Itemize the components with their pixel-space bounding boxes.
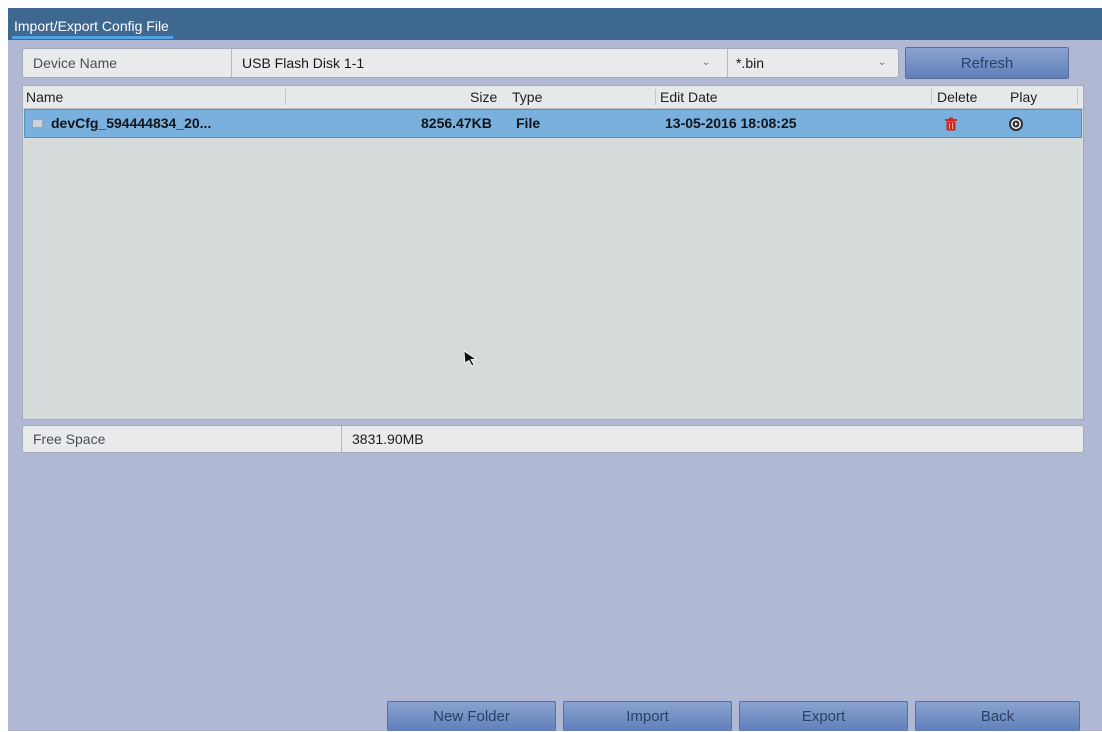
import-button[interactable]: Import [563, 701, 732, 731]
device-name-label: Device Name [33, 55, 118, 71]
device-select-value: USB Flash Disk 1-1 [242, 55, 365, 71]
column-header-name[interactable]: Name [26, 86, 63, 108]
column-header-delete[interactable]: Delete [937, 86, 977, 108]
mouse-cursor-icon [463, 350, 478, 367]
table-header: Name Size Type Edit Date Delete Play [23, 86, 1083, 109]
free-space-value: 3831.90MB [341, 426, 424, 452]
column-header-size[interactable]: Size [470, 86, 497, 108]
config-file-window: Import/Export Config File Device Name US… [8, 8, 1102, 731]
column-divider [1077, 89, 1078, 105]
free-space-row: Free Space 3831.90MB [22, 425, 1084, 453]
device-row: Device Name USB Flash Disk 1-1 ⌄ *.bin ⌄ [22, 48, 899, 78]
table-row[interactable]: devCfg_594444834_20... 8256.47KB File 13… [24, 109, 1082, 138]
column-divider [655, 89, 656, 105]
file-type: File [516, 115, 541, 131]
file-table: Name Size Type Edit Date Delete Play dev… [22, 85, 1084, 420]
refresh-button[interactable]: Refresh [905, 47, 1069, 79]
file-edit-date: 13-05-2016 18:08:25 [665, 115, 797, 131]
chevron-down-icon: ⌄ [702, 57, 711, 68]
column-header-type[interactable]: Type [512, 86, 542, 108]
free-space-label: Free Space [33, 431, 106, 447]
trash-icon[interactable] [944, 117, 958, 131]
file-size: 8256.47KB [421, 115, 492, 131]
column-divider [931, 89, 932, 105]
chevron-down-icon: ⌄ [878, 57, 887, 68]
window-title-tab[interactable]: Import/Export Config File [12, 15, 173, 39]
back-button[interactable]: Back [915, 701, 1080, 731]
column-header-play[interactable]: Play [1010, 86, 1037, 108]
file-type-value: *.bin [736, 55, 765, 71]
column-divider [285, 89, 286, 105]
column-header-edit-date[interactable]: Edit Date [660, 86, 718, 108]
play-icon[interactable] [1008, 116, 1024, 132]
file-name: devCfg_594444834_20... [51, 115, 212, 131]
file-type-select[interactable]: *.bin ⌄ [727, 49, 894, 77]
device-select[interactable]: USB Flash Disk 1-1 ⌄ [231, 49, 721, 77]
file-icon [32, 119, 43, 128]
export-button[interactable]: Export [739, 701, 908, 731]
title-bar: Import/Export Config File [8, 8, 1102, 40]
new-folder-button[interactable]: New Folder [387, 701, 556, 731]
